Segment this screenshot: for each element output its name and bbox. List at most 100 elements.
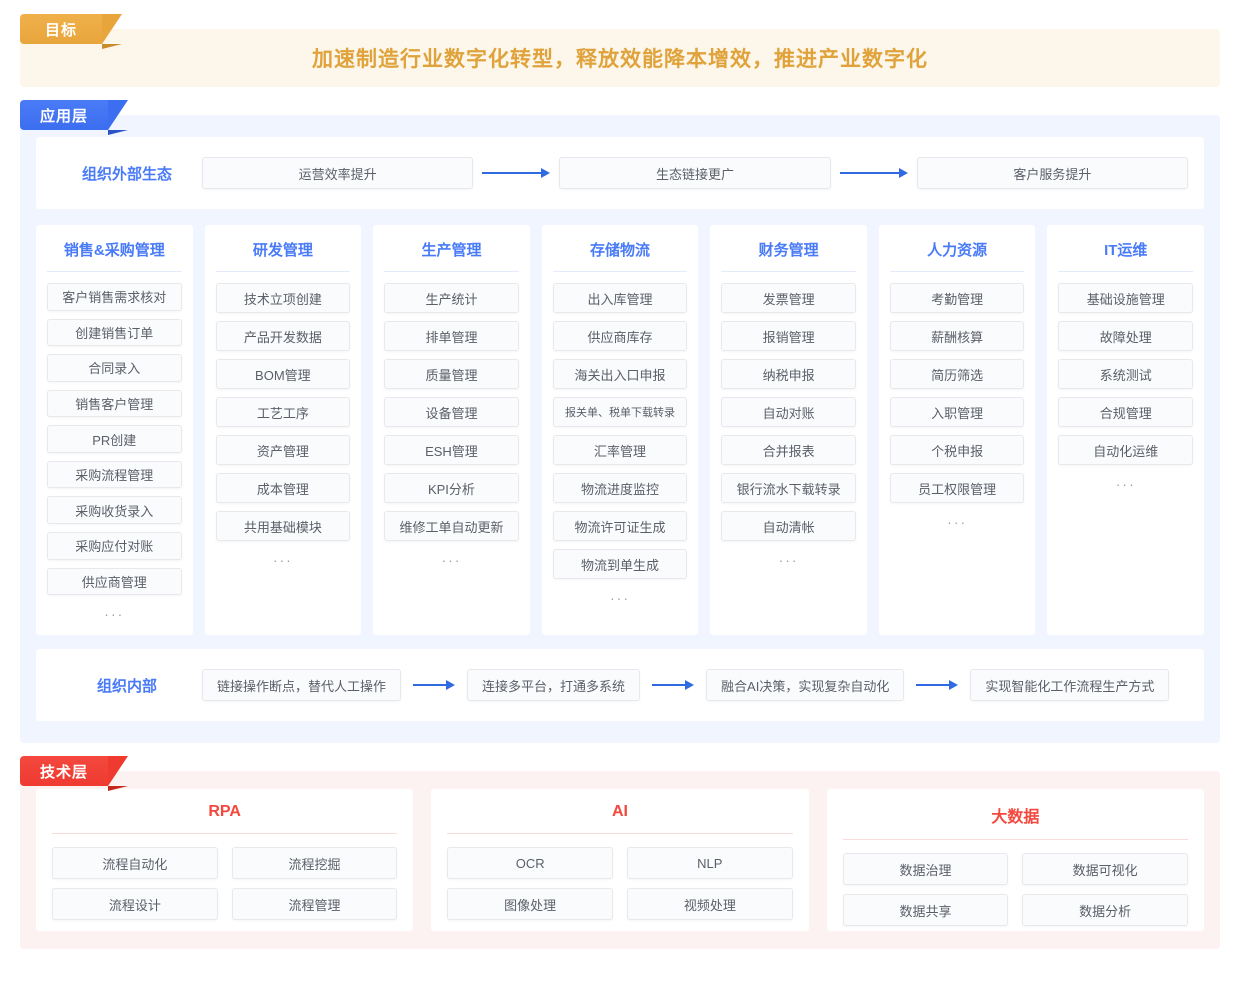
capability-item[interactable]: 海关出入口申报: [552, 359, 688, 389]
technology-item[interactable]: 数据治理: [842, 853, 1009, 885]
capability-item[interactable]: 自动化运维: [1058, 435, 1194, 465]
capability-column-title: 存储物流: [552, 239, 688, 272]
capability-item[interactable]: 自动对账: [721, 397, 856, 427]
internal-step-chip[interactable]: 实现智能化工作流程生产方式: [970, 669, 1170, 701]
capability-column-title: IT运维: [1058, 239, 1194, 272]
technology-item[interactable]: NLP: [626, 847, 793, 879]
arrow-right-icon: [473, 168, 559, 178]
internal-step-chip[interactable]: 融合AI决策，实现复杂自动化: [706, 669, 905, 701]
capability-item[interactable]: 排单管理: [384, 321, 519, 351]
ribbon-fold-icon: [102, 44, 122, 49]
arrow-shaft: [652, 684, 687, 686]
capability-item[interactable]: 合同录入: [47, 354, 182, 382]
capability-item[interactable]: BOM管理: [215, 359, 351, 389]
capability-item[interactable]: 合规管理: [1058, 397, 1194, 427]
ecosystem-step-chip[interactable]: 生态链接更广: [559, 157, 831, 189]
technology-card-title: 大数据: [842, 803, 1188, 840]
arrow-shaft: [916, 684, 951, 686]
capability-item[interactable]: 共用基础模块: [215, 511, 351, 541]
capability-item[interactable]: 物流许可证生成: [552, 511, 688, 541]
capability-item[interactable]: 纳税申报: [721, 359, 856, 389]
application-layer-ribbon: 应用层: [20, 100, 129, 135]
technology-item[interactable]: 流程自动化: [52, 847, 218, 879]
application-layer-section: 应用层 组织外部生态 运营效率提升 生态链接更广 客户服务提升 销售&采购管理客户销…: [20, 100, 1220, 743]
capability-item[interactable]: 生产统计: [384, 283, 519, 313]
capability-item[interactable]: 成本管理: [215, 473, 351, 503]
capability-item[interactable]: 入职管理: [889, 397, 1025, 427]
capability-item[interactable]: 销售客户管理: [47, 389, 182, 418]
technology-card-grid: OCR NLP 图像处理 视频处理: [447, 847, 793, 920]
technology-item[interactable]: OCR: [447, 847, 613, 879]
capability-item[interactable]: 技术立项创建: [215, 283, 351, 313]
technology-layer-ribbon: 技术层: [20, 756, 129, 791]
technology-card-grid: 流程自动化 流程挖掘 流程设计 流程管理: [52, 847, 398, 920]
capability-more-ellipsis: ···: [441, 552, 462, 568]
capability-item[interactable]: 供应商库存: [552, 321, 688, 351]
capability-column-title: 人力资源: [889, 239, 1025, 272]
capability-item[interactable]: PR创建: [47, 425, 182, 453]
capability-item[interactable]: 客户销售需求核对: [47, 283, 182, 311]
arrow-head: [446, 680, 456, 690]
capability-item[interactable]: 设备管理: [384, 397, 519, 427]
capability-item[interactable]: ESH管理: [384, 435, 519, 465]
internal-step-chip[interactable]: 链接操作断点，替代人工操作: [202, 669, 402, 701]
capability-item[interactable]: 物流进度监控: [552, 473, 688, 503]
technology-item[interactable]: 数据分析: [1022, 894, 1188, 926]
technology-item[interactable]: 视频处理: [626, 888, 793, 920]
ribbon-fold-icon: [108, 786, 129, 791]
capability-item[interactable]: 简历筛选: [889, 359, 1025, 389]
capability-item[interactable]: 汇率管理: [552, 435, 688, 465]
capability-item[interactable]: 工艺工序: [215, 397, 351, 427]
capability-item[interactable]: 采购收货录入: [47, 496, 182, 524]
arrow-head: [685, 680, 695, 690]
capability-item[interactable]: 薪酬核算: [889, 321, 1025, 351]
goal-title: 加速制造行业数字化转型，释放效能降本增效，推进产业数字化: [312, 48, 928, 71]
capability-item[interactable]: 员工权限管理: [889, 473, 1025, 503]
capability-item[interactable]: 自动清帐: [721, 511, 856, 541]
capability-item[interactable]: 发票管理: [721, 283, 856, 313]
technology-card-title: AI: [447, 803, 793, 834]
capability-item[interactable]: KPI分析: [384, 473, 519, 503]
capability-column: IT运维 基础设施管理 故障处理 系统测试 合规管理 自动化运维 ···: [1047, 225, 1205, 635]
capability-item[interactable]: 产品开发数据: [215, 321, 351, 351]
technology-item[interactable]: 数据可视化: [1022, 853, 1188, 885]
capability-item[interactable]: 采购应付对账: [47, 531, 182, 560]
capability-item[interactable]: 基础设施管理: [1058, 283, 1194, 313]
ecosystem-step-chip[interactable]: 运营效率提升: [202, 157, 474, 189]
capability-item[interactable]: 创建销售订单: [47, 318, 182, 347]
technology-item[interactable]: 流程管理: [231, 888, 398, 920]
technology-card: AI OCR NLP 图像处理 视频处理: [431, 789, 809, 931]
technology-item[interactable]: 流程挖掘: [231, 847, 398, 879]
capability-item[interactable]: 故障处理: [1058, 321, 1194, 351]
capability-item[interactable]: 考勤管理: [889, 283, 1025, 313]
capability-item[interactable]: 合并报表: [721, 435, 856, 465]
capability-item[interactable]: 系统测试: [1058, 359, 1194, 389]
capability-columns: 销售&采购管理客户销售需求核对 创建销售订单 合同录入销售客户管理 PR创建采购流程管…: [36, 225, 1205, 635]
technology-item[interactable]: 数据共享: [842, 894, 1009, 926]
ecosystem-step-chip[interactable]: 客户服务提升: [916, 157, 1188, 189]
capability-item[interactable]: 出入库管理: [552, 283, 688, 313]
capability-more-ellipsis: ···: [947, 514, 968, 530]
capability-item[interactable]: 资产管理: [215, 435, 351, 465]
arrow-right-icon-glyph: [839, 168, 908, 178]
capability-column-title: 销售&采购管理: [47, 239, 182, 272]
ribbon-fold-icon: [108, 130, 129, 135]
capability-item[interactable]: 供应商管理: [47, 567, 182, 596]
external-ecosystem-label: 组织外部生态: [81, 165, 172, 183]
capability-item[interactable]: 银行流水下载转录: [721, 473, 856, 503]
capability-item[interactable]: 维修工单自动更新: [384, 511, 519, 541]
capability-item[interactable]: 物流到单生成: [552, 549, 688, 579]
arrow-right-icon-glyph: [482, 168, 551, 178]
capability-item[interactable]: 个税申报: [889, 435, 1025, 465]
goal-section: 目标 加速制造行业数字化转型，释放效能降本增效，推进产业数字化: [20, 14, 1220, 87]
capability-column: 生产管理 生产统计 排单管理 质量管理 设备管理 ESH管理 KPI分析 维修工单自动更新 ··…: [373, 225, 530, 635]
technology-item[interactable]: 流程设计: [52, 888, 218, 920]
capability-item[interactable]: 报销管理: [721, 321, 856, 351]
internal-step-chip[interactable]: 连接多平台，打通多系统: [467, 669, 641, 701]
capability-item[interactable]: 报关单、税单下载转录: [552, 397, 688, 427]
capability-item[interactable]: 采购流程管理: [47, 460, 182, 489]
capability-column: 存储物流出入库管理供应商库存海关出入口申报 报关单、税单下载转录 汇率管理物流进度监…: [541, 225, 699, 635]
capability-item[interactable]: 质量管理: [384, 359, 519, 389]
technology-item[interactable]: 图像处理: [447, 888, 613, 920]
goal-ribbon-label: 目标: [44, 21, 77, 39]
